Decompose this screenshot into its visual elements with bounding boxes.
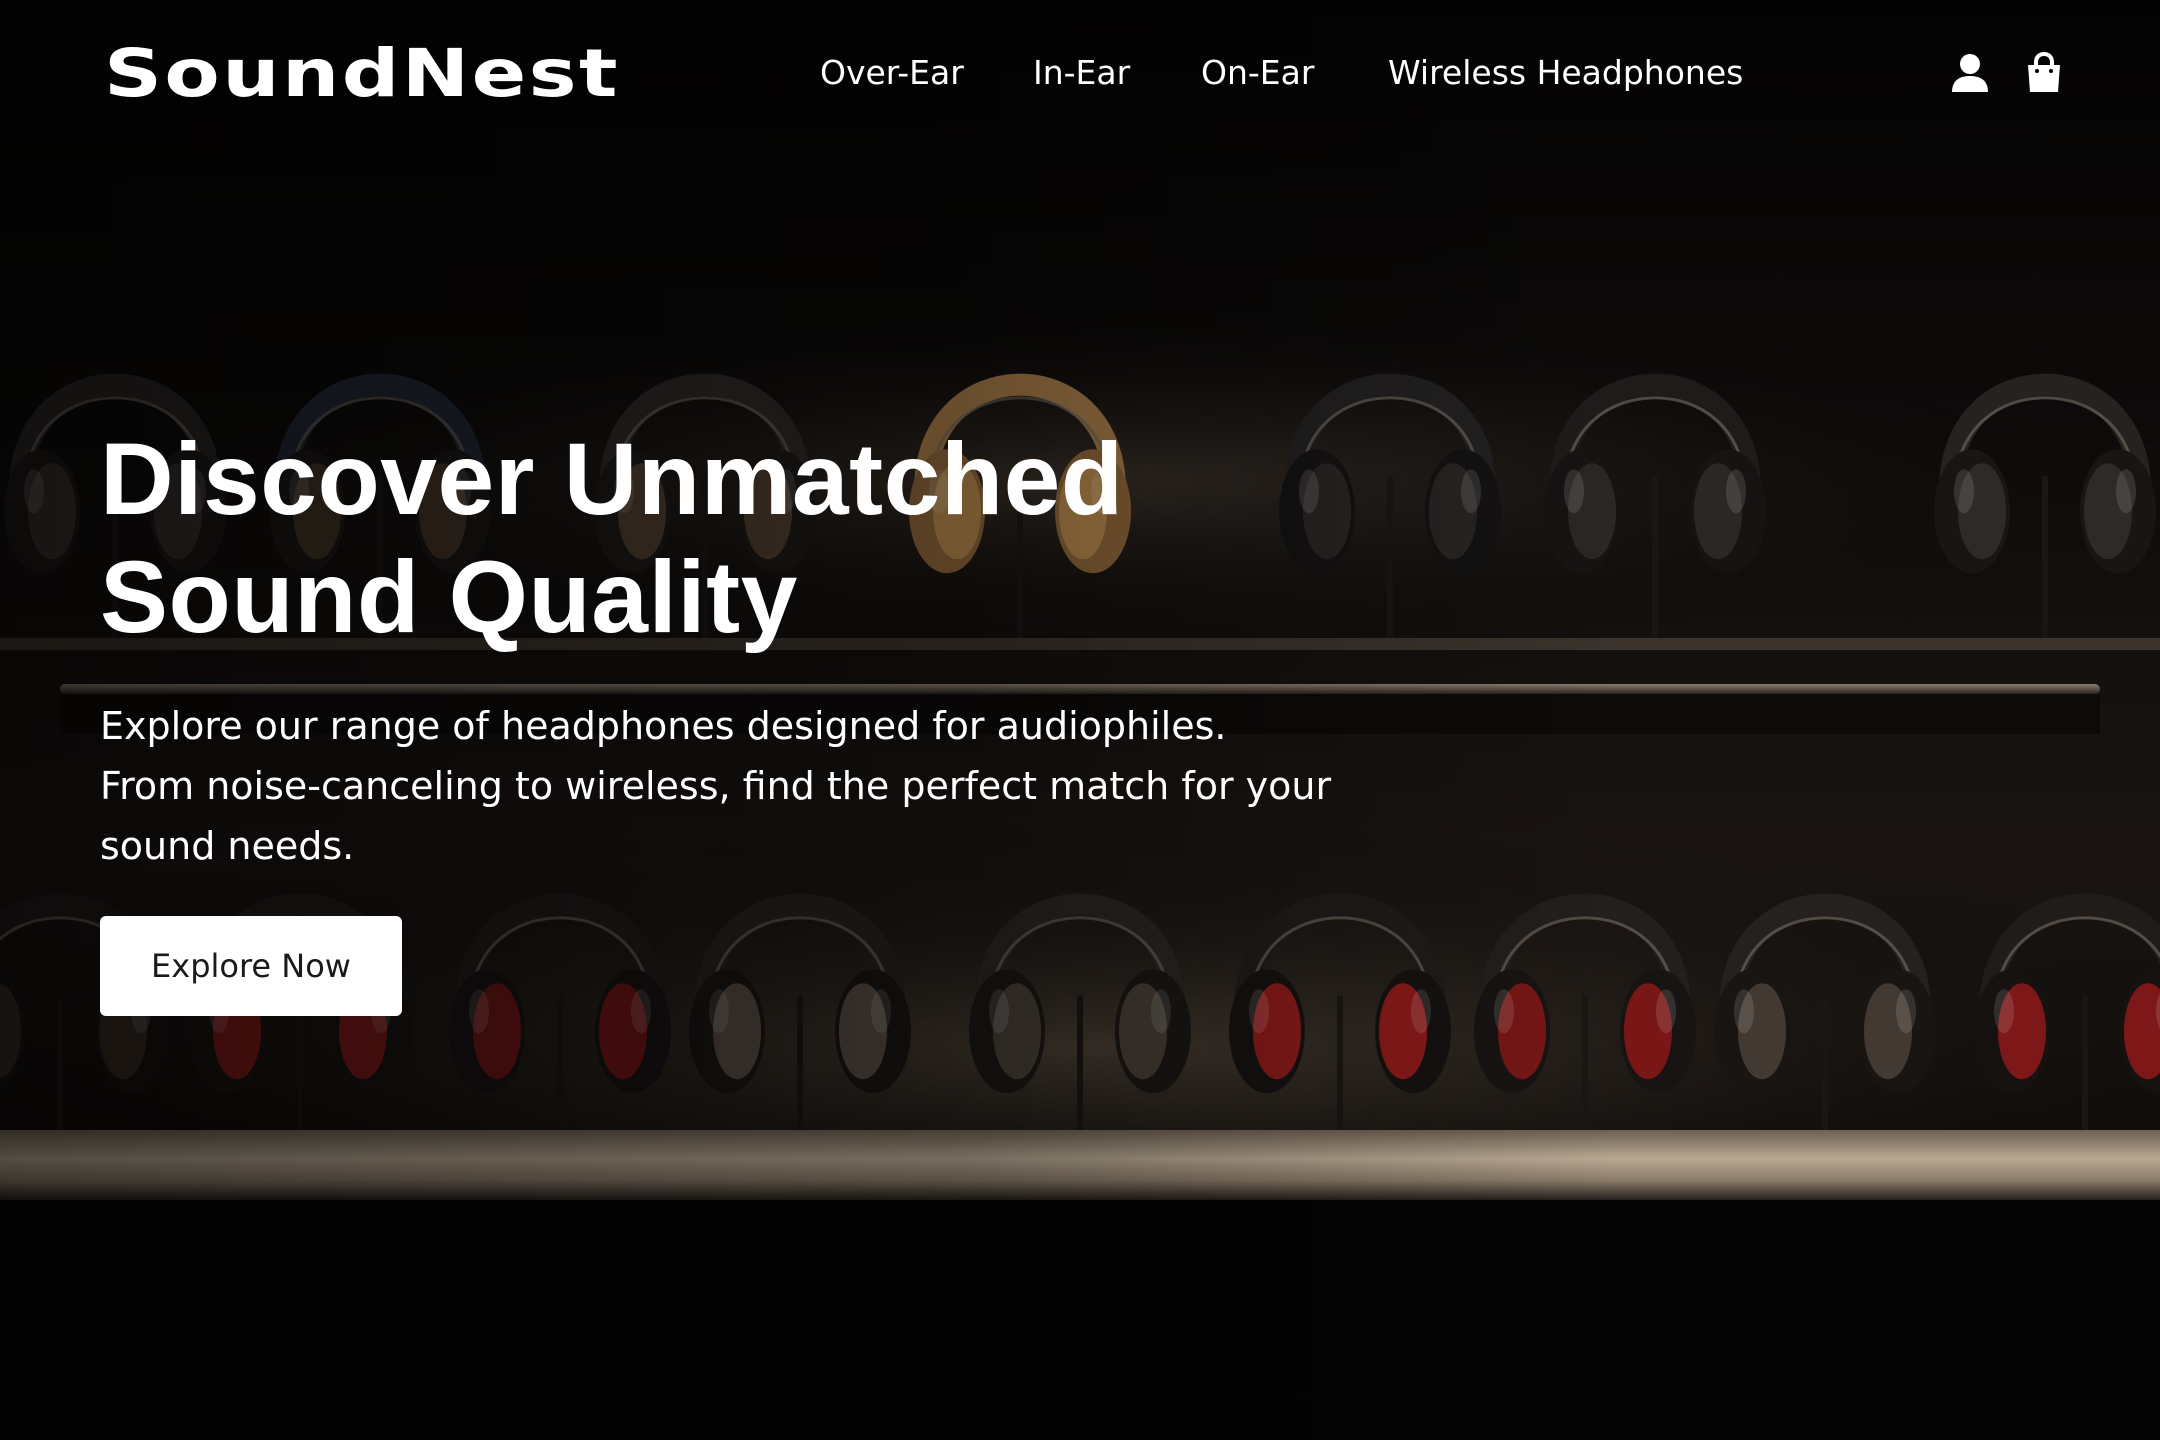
hero-subtitle: Explore our range of headphones designed…	[100, 696, 1420, 876]
shopping-bag-icon[interactable]	[2023, 51, 2065, 94]
site-header: SoundNest Over-Ear In-Ear On-Ear Wireles…	[0, 0, 2160, 146]
hero-subtitle-line: Explore our range of headphones designed…	[100, 704, 1227, 748]
landing-page: SoundNest Over-Ear In-Ear On-Ear Wireles…	[0, 0, 2160, 1440]
nav-link-in-ear[interactable]: In-Ear	[1033, 50, 1130, 96]
hero-subtitle-line: sound needs.	[100, 824, 355, 868]
nav-link-over-ear[interactable]: Over-Ear	[820, 50, 964, 96]
hero-title-line: Sound Quality	[100, 540, 798, 654]
nav-link-on-ear[interactable]: On-Ear	[1201, 50, 1314, 96]
hero-title: Discover Unmatched Sound Quality	[100, 420, 1300, 656]
brand-logo[interactable]: SoundNest	[104, 36, 620, 112]
hero-title-line: Discover Unmatched	[100, 422, 1124, 536]
explore-now-button[interactable]: Explore Now	[100, 916, 402, 1016]
hero-subtitle-line: From noise-canceling to wireless, find t…	[100, 764, 1332, 808]
user-icon[interactable]	[1949, 52, 1991, 94]
nav-link-wireless-headphones[interactable]: Wireless Headphones	[1388, 50, 1743, 96]
